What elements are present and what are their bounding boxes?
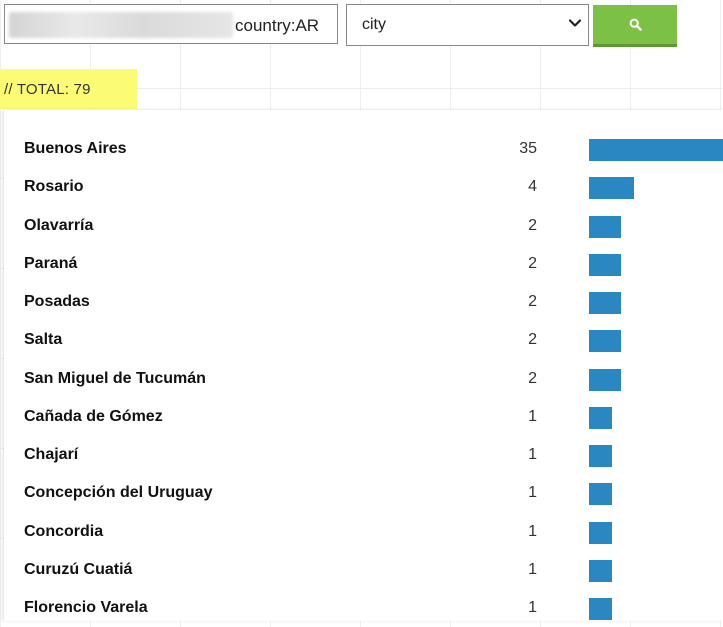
result-row[interactable]: Posadas 2 <box>4 283 723 321</box>
result-row[interactable]: San Miguel de Tucumán 2 <box>4 360 723 398</box>
search-query-text: country:AR <box>235 16 320 35</box>
result-city-name[interactable]: Posadas <box>24 293 90 311</box>
result-bar <box>589 177 634 200</box>
result-city-name[interactable]: Concordia <box>24 523 103 541</box>
result-count: 1 <box>528 484 537 502</box>
field-select[interactable]: city <box>346 4 589 46</box>
result-count: 2 <box>528 216 537 234</box>
result-bar <box>589 521 612 544</box>
result-bar <box>589 139 723 161</box>
result-row[interactable]: Concepción del Uruguay 1 <box>4 474 723 512</box>
result-bar <box>589 483 612 506</box>
search-icon <box>629 18 642 31</box>
result-city-name[interactable]: Chajarí <box>24 446 78 464</box>
result-city-name[interactable]: Buenos Aires <box>24 140 127 158</box>
result-count: 2 <box>528 331 537 349</box>
result-count: 4 <box>528 178 537 196</box>
result-row[interactable]: Buenos Aires 35 <box>4 130 723 168</box>
result-bar <box>589 330 621 353</box>
facet-results-list: Buenos Aires 35 Rosario 4 Olavarría 2 Paraná 2 P… <box>4 110 723 621</box>
result-bar <box>589 368 621 391</box>
result-city-name[interactable]: San Miguel de Tucumán <box>24 370 206 388</box>
result-count: 1 <box>528 446 537 463</box>
result-city-name[interactable]: Concepción del Uruguay <box>24 484 212 502</box>
total-count-label: // TOTAL: 79 <box>4 80 91 98</box>
result-row[interactable]: Cañada de Gómez 1 <box>4 398 723 436</box>
result-city-name[interactable]: Rosario <box>24 178 84 196</box>
result-city-name[interactable]: Salta <box>24 331 62 349</box>
result-bar <box>589 559 612 582</box>
field-select-value: city <box>362 16 386 33</box>
result-row[interactable]: Olavarría 2 <box>4 207 723 245</box>
total-count-badge: // TOTAL: 79 <box>0 69 137 109</box>
result-bar <box>589 253 621 276</box>
result-row[interactable]: Rosario 4 <box>4 168 723 206</box>
result-city-name[interactable]: Olavarría <box>24 217 93 235</box>
result-city-name[interactable]: Paraná <box>24 255 77 273</box>
result-row[interactable]: Salta 2 <box>4 321 723 359</box>
chevron-down-icon <box>568 16 582 35</box>
search-query-input[interactable]: country:AR <box>4 4 338 44</box>
result-city-name[interactable]: Florencio Varela <box>24 599 148 617</box>
result-bar <box>589 215 621 238</box>
result-row[interactable]: Curuzú Cuatiá 1 <box>4 551 723 589</box>
result-row[interactable]: Florencio Varela 1 <box>4 589 723 627</box>
redacted-query-text <box>9 12 233 38</box>
result-count: 2 <box>528 254 537 272</box>
result-count: 1 <box>528 522 537 540</box>
result-count: 35 <box>519 140 537 157</box>
result-city-name[interactable]: Cañada de Gómez <box>24 408 163 426</box>
result-bar <box>589 598 612 620</box>
result-count: 1 <box>528 599 537 616</box>
result-bar <box>589 445 612 467</box>
result-bar <box>589 406 612 429</box>
result-count: 1 <box>528 407 537 425</box>
result-row[interactable]: Concordia 1 <box>4 513 723 551</box>
result-bar <box>589 292 621 314</box>
result-city-name[interactable]: Curuzú Cuatiá <box>24 561 132 579</box>
result-count: 1 <box>528 560 537 578</box>
search-button[interactable] <box>593 5 677 47</box>
result-count: 2 <box>528 293 537 310</box>
result-row[interactable]: Chajarí 1 <box>4 436 723 474</box>
result-row[interactable]: Paraná 2 <box>4 245 723 283</box>
result-count: 2 <box>528 369 537 387</box>
